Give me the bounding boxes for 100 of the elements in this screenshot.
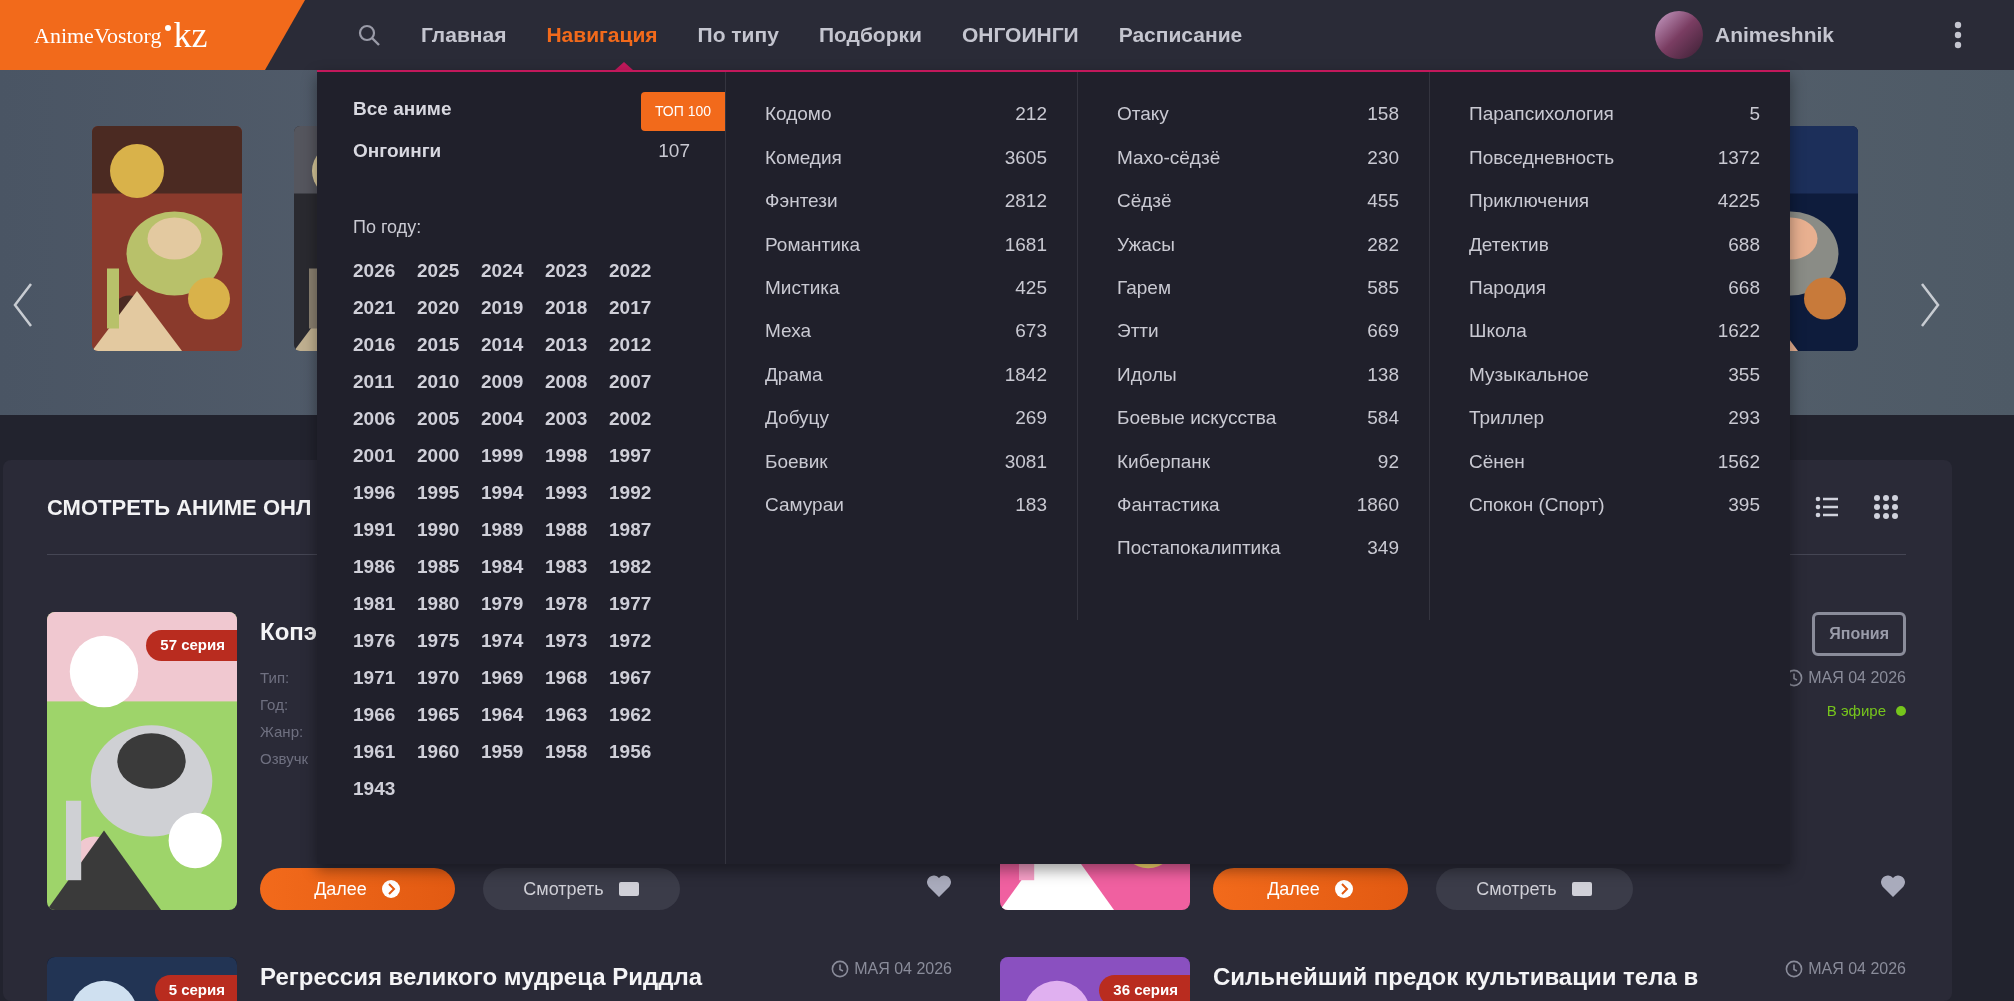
year-link[interactable]: 1990 [417, 512, 481, 549]
year-link[interactable]: 1965 [417, 697, 481, 734]
nav-link[interactable]: Навигация [546, 19, 658, 51]
year-link[interactable]: 1995 [417, 475, 481, 512]
genre-link[interactable]: Комедия [765, 143, 842, 173]
genre-link[interactable]: Повседневность [1469, 143, 1615, 173]
year-link[interactable]: 2007 [609, 364, 673, 401]
year-link[interactable]: 2000 [417, 438, 481, 475]
year-link[interactable]: 1982 [609, 549, 673, 586]
genre-link[interactable]: Меха [765, 317, 812, 346]
year-link[interactable]: 1998 [545, 438, 609, 475]
year-link[interactable]: 2012 [609, 327, 673, 364]
genre-link[interactable]: Кодомо [765, 100, 832, 129]
year-link[interactable]: 2017 [609, 290, 673, 327]
year-link[interactable]: 1960 [417, 734, 481, 771]
year-link[interactable]: 1989 [481, 512, 545, 549]
year-link[interactable]: 2011 [353, 364, 417, 401]
year-link[interactable]: 1959 [481, 734, 545, 771]
year-link[interactable]: 2022 [609, 253, 673, 290]
watch-button[interactable]: Смотреть [483, 868, 680, 910]
year-link[interactable]: 1961 [353, 734, 417, 771]
card-title[interactable]: Копэ [260, 614, 318, 650]
heart-icon[interactable] [926, 874, 952, 898]
nav-link[interactable]: Подборки [818, 19, 922, 51]
year-link[interactable]: 1981 [353, 586, 417, 623]
genre-link[interactable]: Школа [1469, 317, 1527, 346]
year-link[interactable]: 1964 [481, 697, 545, 734]
year-link[interactable]: 1943 [353, 771, 417, 808]
year-link[interactable]: 1956 [609, 734, 673, 771]
nav-link[interactable]: ОНГОИНГИ [961, 19, 1079, 51]
genre-link[interactable]: Сёнен [1469, 447, 1525, 477]
year-link[interactable]: 1973 [545, 623, 609, 660]
year-link[interactable]: 2001 [353, 438, 417, 475]
nav-link[interactable]: Расписание [1118, 19, 1243, 51]
chevron-left-icon[interactable] [12, 282, 34, 328]
year-link[interactable]: 2018 [545, 290, 609, 327]
year-link[interactable]: 2013 [545, 327, 609, 364]
year-link[interactable]: 1967 [609, 660, 673, 697]
year-link[interactable]: 1988 [545, 512, 609, 549]
year-link[interactable]: 2002 [609, 401, 673, 438]
year-link[interactable]: 1972 [609, 623, 673, 660]
year-link[interactable]: 2016 [353, 327, 417, 364]
year-link[interactable]: 1975 [417, 623, 481, 660]
genre-link[interactable]: Драма [765, 360, 823, 390]
year-link[interactable]: 1987 [609, 512, 673, 549]
year-link[interactable]: 1985 [417, 549, 481, 586]
year-link[interactable]: 2006 [353, 401, 417, 438]
year-link[interactable]: 2020 [417, 290, 481, 327]
country-tag[interactable]: Япония [1812, 612, 1906, 656]
year-link[interactable]: 1991 [353, 512, 417, 549]
genre-link[interactable]: Добуцу [765, 404, 829, 433]
year-link[interactable]: 2005 [417, 401, 481, 438]
year-link[interactable]: 1970 [417, 660, 481, 697]
year-link[interactable]: 1979 [481, 586, 545, 623]
card-title[interactable]: Регрессия великого мудреца Риддла [260, 959, 703, 995]
year-link[interactable]: 2021 [353, 290, 417, 327]
year-link[interactable]: 1958 [545, 734, 609, 771]
genre-link[interactable]: Сёдзё [1117, 187, 1172, 216]
nav-link[interactable]: По типу [697, 19, 779, 51]
year-link[interactable]: 1983 [545, 549, 609, 586]
genre-link[interactable]: Идолы [1117, 360, 1177, 390]
year-link[interactable]: 2004 [481, 401, 545, 438]
year-link[interactable]: 1996 [353, 475, 417, 512]
genre-link[interactable]: Фантастика [1117, 490, 1220, 520]
year-link[interactable]: 2015 [417, 327, 481, 364]
year-link[interactable]: 2025 [417, 253, 481, 290]
grid-view-icon[interactable] [1874, 495, 1898, 519]
genre-link[interactable]: Боевик [765, 447, 828, 477]
genre-link[interactable]: Ужасы [1117, 230, 1175, 260]
year-link[interactable]: 1986 [353, 549, 417, 586]
genre-link[interactable]: Мистика [765, 274, 840, 303]
menu-link[interactable]: Все аниме [353, 94, 452, 124]
more-icon[interactable] [1954, 21, 1962, 49]
genre-link[interactable]: Пародия [1469, 274, 1546, 303]
genre-link[interactable]: Романтика [765, 230, 861, 260]
year-link[interactable]: 1994 [481, 475, 545, 512]
genre-link[interactable]: Боевые искусства [1117, 404, 1277, 433]
genre-link[interactable]: Махо-сёдзё [1117, 143, 1221, 173]
year-link[interactable]: 2019 [481, 290, 545, 327]
year-link[interactable]: 1984 [481, 549, 545, 586]
year-link[interactable]: 1977 [609, 586, 673, 623]
year-link[interactable]: 1974 [481, 623, 545, 660]
avatar[interactable] [1654, 11, 1703, 59]
heart-icon[interactable] [1880, 874, 1906, 898]
genre-link[interactable]: Спокон (Спорт) [1469, 490, 1605, 520]
genre-link[interactable]: Музыкальное [1469, 360, 1589, 390]
genre-link[interactable]: Этти [1117, 317, 1159, 346]
genre-link[interactable]: Отаку [1117, 100, 1169, 129]
year-link[interactable]: 2014 [481, 327, 545, 364]
year-link[interactable]: 2026 [353, 253, 417, 290]
genre-link[interactable]: Киберпанк [1117, 447, 1211, 477]
year-link[interactable]: 1980 [417, 586, 481, 623]
card-title[interactable]: Сильнейший предок культивации тела в [1213, 959, 1699, 995]
year-link[interactable]: 1969 [481, 660, 545, 697]
search-icon[interactable] [357, 23, 381, 47]
genre-link[interactable]: Парапсихология [1469, 100, 1614, 129]
year-link[interactable]: 2008 [545, 364, 609, 401]
year-link[interactable]: 1971 [353, 660, 417, 697]
year-link[interactable]: 1997 [609, 438, 673, 475]
year-link[interactable]: 2023 [545, 253, 609, 290]
